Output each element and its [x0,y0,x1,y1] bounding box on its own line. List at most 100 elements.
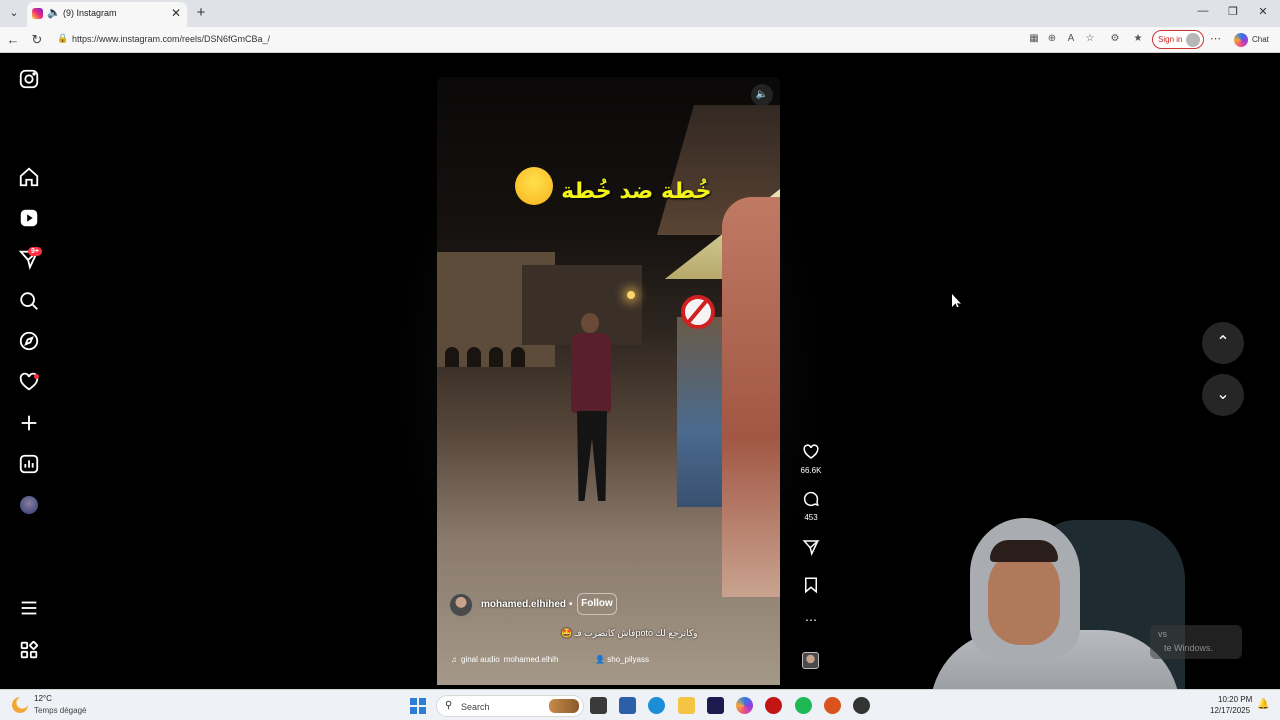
reels-icon[interactable] [18,207,40,229]
tab-close-icon[interactable]: ✕ [171,6,181,20]
tab-audio-icon[interactable]: 🔈 [47,6,61,19]
previous-reel-chevron-up-icon[interactable]: ⌃ [1202,322,1244,364]
browser-tab-instagram[interactable]: 🔈 (9) Instagram ✕ [27,2,187,27]
premiere-icon[interactable] [707,697,724,714]
steam-icon[interactable] [853,697,870,714]
also-from-meta-icon[interactable] [18,639,40,661]
reel-video[interactable]: خُطة ضد خُطة 🔈 mohamed.elhihed • Follow … [437,77,780,685]
walking-man-legs [577,411,607,501]
minimize-icon[interactable]: — [1188,5,1218,17]
red-app-icon[interactable] [765,697,782,714]
save-icon[interactable] [800,576,822,599]
tab-title: (9) Instagram [63,8,117,18]
file-explorer-icon[interactable] [678,697,695,714]
edge-icon[interactable] [648,697,665,714]
sign-in-label: Sign in [1158,35,1183,44]
next-reel-chevron-down-icon[interactable]: ⌄ [1202,374,1244,416]
weather-temperature[interactable]: 12°C [34,694,52,703]
browser-tab-bar: ⌄ 🔈 (9) Instagram ✕ + — ❐ ✕ [0,0,1280,27]
messages-badge: 9+ [28,247,42,256]
follow-button[interactable]: Follow [577,593,617,615]
explore-icon[interactable] [18,330,40,352]
dashboard-icon[interactable] [18,453,40,475]
streamer-face [988,550,1060,645]
reel-caption[interactable]: 🤩 فاش كاتضرب فـpoto وكاترجع لك [437,628,780,639]
app-available-icon[interactable]: ▦ [1027,33,1041,44]
read-aloud-icon[interactable]: A [1064,33,1078,44]
like-icon[interactable] [800,443,822,466]
search-label: Search [461,702,490,712]
comment-icon[interactable] [800,490,822,513]
search-highlight-image [549,699,579,713]
owner-avatar[interactable] [449,593,473,617]
walking-man-jacket [571,333,611,413]
street-light [627,291,635,299]
taskbar-search[interactable]: ⚲ Search [436,695,584,717]
person-icon: 👤 [595,655,605,664]
clock-date[interactable]: 12/17/2025 [1210,706,1250,715]
notification-bell-icon[interactable]: 🔔 [1257,699,1269,710]
create-icon[interactable] [18,412,40,434]
favorite-star-icon[interactable]: ☆ [1083,33,1097,44]
favorites-icon[interactable]: ★ [1131,33,1145,44]
copilot-taskbar-icon[interactable] [736,697,753,714]
laughing-emoji-icon [515,167,554,205]
audio-toggle-icon[interactable]: 🔈 [751,84,773,106]
audio-pill[interactable]: ♫ ginal audio mohamed.elhih [451,655,562,671]
notifications-dot [34,374,39,379]
overlay-text: خُطة ضد خُطة [561,179,712,204]
windows-activation-toast: vs te Windows. [1150,625,1242,659]
share-icon[interactable] [800,538,822,561]
no-entry-sign [681,295,715,329]
toast-line-2: te Windows. [1164,643,1214,653]
clock-time[interactable]: 10:20 PM [1218,695,1252,704]
extensions-icon[interactable]: ⚙ [1108,33,1122,44]
profile-avatar[interactable] [20,496,38,514]
zoom-icon[interactable]: ⊕ [1045,33,1059,44]
taskbar: 12°C Temps dégagé ⚲ Search 10:20 PM 12/1… [0,689,1280,720]
reel-overlay-text: خُطة ضد خُطة [437,167,780,211]
window-close-icon[interactable]: ✕ [1248,5,1278,18]
owner-username[interactable]: mohamed.elhihed [481,599,566,610]
comment-count: 453 [804,513,818,522]
spotify-icon[interactable] [795,697,812,714]
instagram-favicon-icon [32,8,43,19]
back-icon[interactable]: ← [4,31,22,49]
toast-line-1: vs [1158,629,1167,639]
instagram-logo-icon[interactable] [18,68,40,90]
new-tab-button[interactable]: + [192,3,210,23]
search-icon[interactable] [18,290,40,312]
url-text[interactable]: https://www.instagram.com/reels/DSN6fGmC… [72,34,270,44]
copilot-icon[interactable] [1234,33,1248,47]
person-foreground [722,197,780,597]
address-bar: ← ↻ 🔒 https://www.instagram.com/reels/DS… [0,27,1280,53]
task-view-icon[interactable] [590,697,607,714]
url-field[interactable]: 🔒 https://www.instagram.com/reels/DSN6fG… [52,30,1147,50]
restore-icon[interactable]: ❐ [1218,5,1248,18]
orange-app-icon[interactable] [824,697,841,714]
separator-dot: • [569,599,573,610]
hair [990,540,1058,562]
more-options-icon[interactable]: ⋯ [800,613,822,627]
site-info-icon[interactable]: 🔒 [57,33,68,44]
tagged-user[interactable]: 👤 sho_pilyass [595,655,649,664]
tagged-username: sho_pilyass [607,655,650,664]
walking-man-head [581,313,599,333]
windows-start-icon[interactable] [410,698,426,714]
audio-text-1: ginal audio [461,655,500,664]
refresh-icon[interactable]: ↻ [28,31,46,49]
more-options-icon[interactable]: ⋯ [1210,32,1221,45]
home-icon[interactable] [18,166,40,188]
chat-label[interactable]: Chat [1252,35,1269,44]
weather-moon-icon[interactable] [12,697,28,713]
audio-thumbnail[interactable] [802,652,819,669]
search-icon: ⚲ [445,700,453,711]
sign-in-button[interactable]: Sign in [1152,30,1204,49]
like-count: 66.6K [800,466,822,475]
music-note-icon: ♫ [451,655,457,664]
weather-description[interactable]: Temps dégagé [34,706,86,715]
profile-avatar-icon [1186,33,1200,47]
menu-icon[interactable] [18,597,40,619]
store-icon[interactable] [619,697,636,714]
tab-actions-menu-icon[interactable]: ⌄ [4,4,24,23]
